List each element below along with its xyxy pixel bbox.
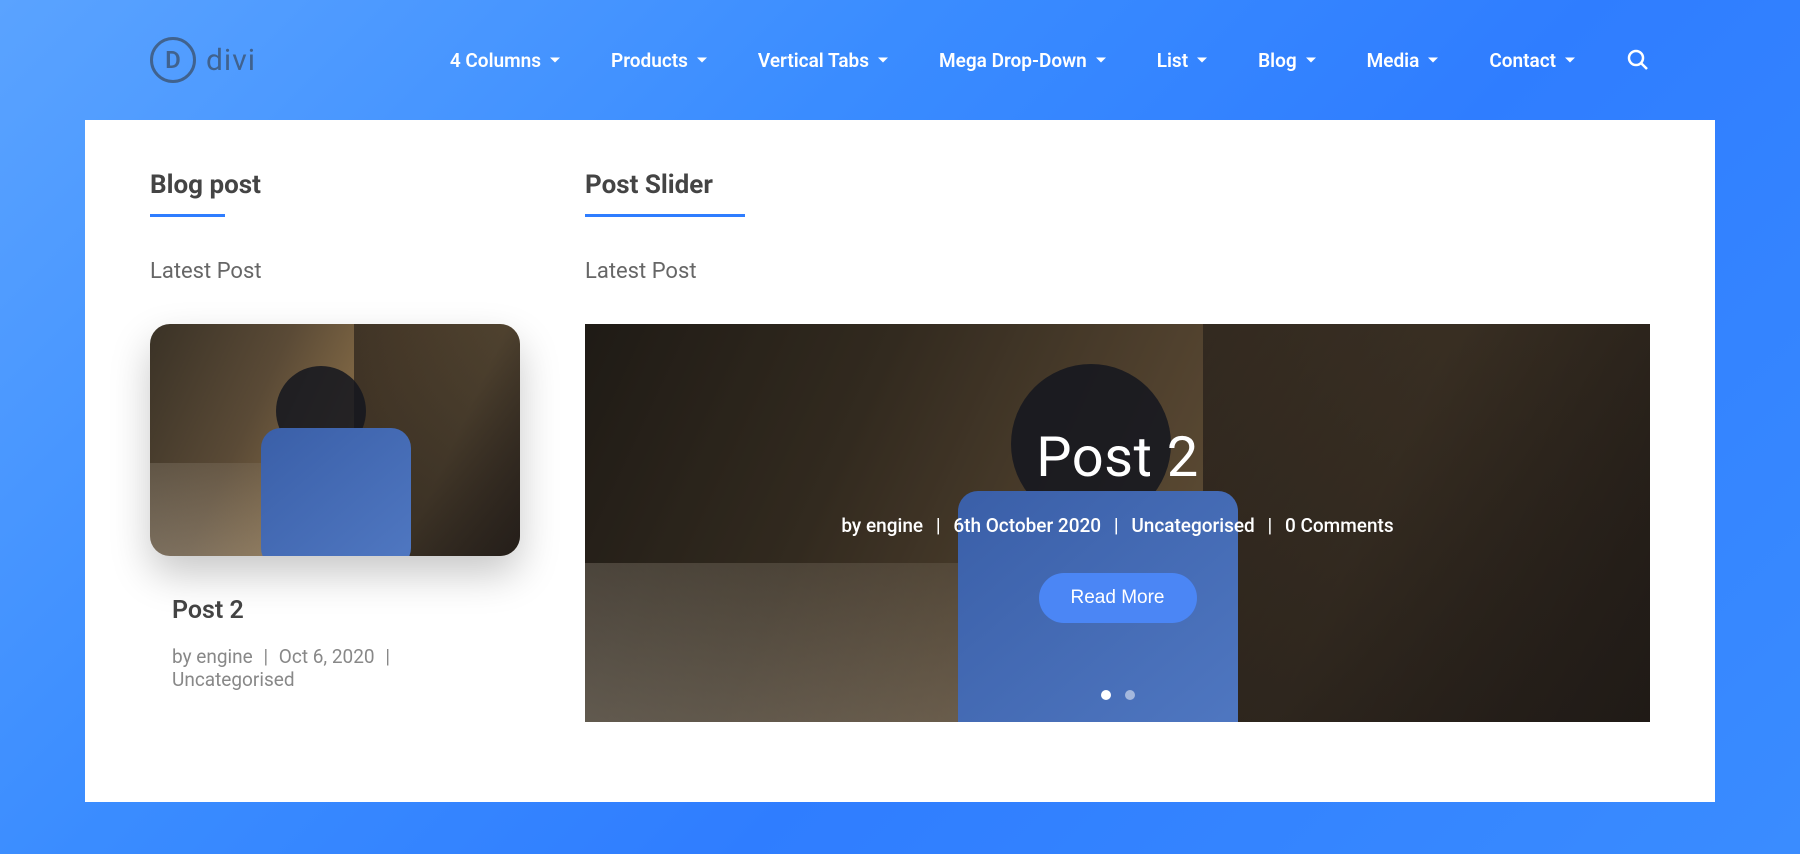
nav-item-mega-drop-down[interactable]: Mega Drop-Down [939,49,1107,72]
nav-item-list[interactable]: List [1157,49,1208,72]
section-title-blog-post: Blog post [150,170,520,200]
separator: | [1268,514,1273,537]
section-title-post-slider: Post Slider [585,170,1650,200]
nav-label: List [1157,49,1188,72]
chevron-down-icon [1427,54,1439,66]
slider-dot-2[interactable] [1125,690,1135,700]
title-underline [150,214,225,217]
chevron-down-icon [877,54,889,66]
slide-title[interactable]: Post 2 [1036,424,1199,490]
post-date: Oct 6, 2020 [279,645,375,668]
nav-item-media[interactable]: Media [1367,49,1440,72]
slide-author[interactable]: engine [866,514,923,537]
nav-item-4-columns[interactable]: 4 Columns [450,49,561,72]
nav-label: 4 Columns [450,49,541,72]
image-placeholder [150,324,520,556]
logo-letter: D [165,46,181,74]
search-icon[interactable] [1626,48,1650,72]
chevron-down-icon [696,54,708,66]
chevron-down-icon [1196,54,1208,66]
post-meta: by engine | Oct 6, 2020 | Uncategorised [172,645,520,691]
chevron-down-icon [1564,54,1576,66]
nav-label: Blog [1258,49,1297,72]
nav-label: Mega Drop-Down [939,49,1087,72]
chevron-down-icon [1095,54,1107,66]
title-underline [585,214,745,217]
nav-label: Products [611,49,688,72]
nav-label: Media [1367,49,1420,72]
nav-label: Vertical Tabs [758,49,869,72]
separator: | [1114,514,1119,537]
slider-dots [1101,690,1135,700]
post-author[interactable]: engine [196,645,252,668]
content-panel: Blog post Latest Post Post 2 by engine |… [85,120,1715,802]
slider-dot-1[interactable] [1101,690,1111,700]
logo-icon: D [150,37,196,83]
logo[interactable]: D divi [150,37,256,83]
post-slider[interactable]: Post 2 by engine | 6th October 2020 | Un… [585,324,1650,722]
slide-comments[interactable]: 0 Comments [1285,514,1394,537]
slide-meta: by engine | 6th October 2020 | Uncategor… [841,514,1393,537]
main-nav: 4 Columns Products Vertical Tabs Mega Dr… [450,48,1650,72]
separator: | [936,514,941,537]
post-slider-column: Post Slider Latest Post Post 2 by engine… [585,170,1650,722]
chevron-down-icon [549,54,561,66]
chevron-down-icon [1305,54,1317,66]
by-label: by [172,645,192,668]
logo-text: divi [206,43,256,78]
latest-post-label: Latest Post [150,259,520,284]
columns: Blog post Latest Post Post 2 by engine |… [150,170,1650,722]
nav-item-contact[interactable]: Contact [1489,49,1576,72]
nav-item-products[interactable]: Products [611,49,708,72]
post-thumbnail[interactable] [150,324,520,556]
nav-item-blog[interactable]: Blog [1258,49,1317,72]
blog-post-column: Blog post Latest Post Post 2 by engine |… [150,170,520,722]
by-label: by [841,514,861,537]
separator: | [263,645,268,668]
header: D divi 4 Columns Products Vertical Tabs … [0,0,1800,120]
slide-category[interactable]: Uncategorised [1131,514,1254,537]
nav-item-vertical-tabs[interactable]: Vertical Tabs [758,49,889,72]
post-category[interactable]: Uncategorised [172,668,295,691]
latest-post-label: Latest Post [585,259,1650,284]
read-more-button[interactable]: Read More [1039,573,1197,623]
post-title[interactable]: Post 2 [172,596,520,625]
separator: | [385,645,390,668]
nav-label: Contact [1489,49,1556,72]
slide-date: 6th October 2020 [953,514,1101,537]
